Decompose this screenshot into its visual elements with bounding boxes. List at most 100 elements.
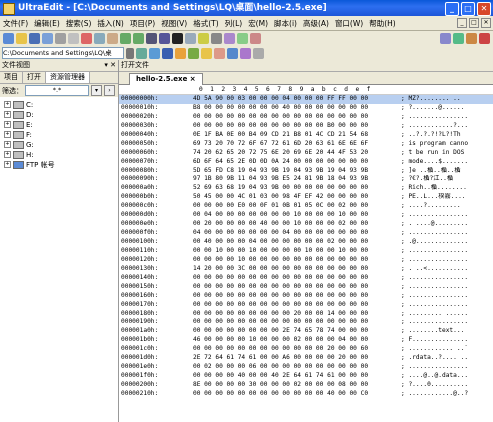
tool-icon[interactable] xyxy=(453,33,464,44)
hex-row[interactable]: 00000170h: 00 00 00 00 00 00 00 00 00 00 … xyxy=(119,301,493,310)
ftp-icon[interactable] xyxy=(250,33,261,44)
menu-macro[interactable]: 宏(M) xyxy=(245,18,271,29)
bookmark-icon[interactable] xyxy=(198,33,209,44)
expand-icon[interactable]: + xyxy=(4,111,11,118)
hex-row[interactable]: 00000180h: 00 00 00 00 00 00 00 00 00 20 … xyxy=(119,310,493,319)
hex-row[interactable]: 00000210h: 00 00 00 00 00 00 00 00 00 00 … xyxy=(119,390,493,399)
hex-row[interactable]: 000001b0h: 46 00 00 00 00 10 00 00 00 02 … xyxy=(119,336,493,345)
tree-item-d[interactable]: + D: xyxy=(0,110,118,119)
filter-input[interactable]: *.* xyxy=(25,85,89,96)
note-icon[interactable] xyxy=(201,47,212,59)
print-icon[interactable] xyxy=(55,33,66,44)
hex-row[interactable]: 00000050h: 69 73 20 70 72 6F 67 72 61 6D … xyxy=(119,140,493,149)
expand-icon[interactable]: + xyxy=(4,151,11,158)
hex-row[interactable]: 000001e0h: 00 02 00 00 00 06 00 00 00 00 … xyxy=(119,363,493,372)
hex-row[interactable]: 00000120h: 00 00 00 00 10 00 00 00 00 00 … xyxy=(119,256,493,265)
folder-icon[interactable] xyxy=(175,47,186,59)
path-dropdown[interactable]: C:\Documents and Settings\LQ\桌 xyxy=(2,47,124,59)
expand-icon[interactable]: + xyxy=(4,101,11,108)
undo-icon[interactable] xyxy=(120,33,131,44)
copy-icon[interactable] xyxy=(94,33,105,44)
replace-icon[interactable] xyxy=(159,33,170,44)
hex-row[interactable]: 000001f0h: 00 00 00 00 40 00 00 40 2E 64 … xyxy=(119,372,493,381)
filter-dropdown-button[interactable]: ▾ xyxy=(91,85,102,96)
file-tab[interactable]: hello-2.5.exe × xyxy=(129,73,203,85)
find-icon[interactable] xyxy=(146,33,157,44)
tree-item-h[interactable]: + H: xyxy=(0,150,118,159)
options-icon[interactable] xyxy=(253,47,264,59)
menu-advanced[interactable]: 高级(A) xyxy=(300,18,332,29)
close-tab-icon[interactable]: × xyxy=(190,75,196,83)
hex-row[interactable]: 000000d0h: 00 04 00 00 00 00 00 00 00 10 … xyxy=(119,211,493,220)
menu-file[interactable]: 文件(F) xyxy=(0,18,31,29)
hex-row[interactable]: 00000090h: 97 1B 80 9B 11 04 93 9B E5 24 … xyxy=(119,175,493,184)
menu-column[interactable]: 列(L) xyxy=(222,18,246,29)
browse-icon[interactable] xyxy=(136,47,147,59)
expand-icon[interactable]: + xyxy=(4,141,11,148)
hex-row[interactable]: 00000190h: 00 00 00 00 00 00 00 00 00 00 … xyxy=(119,318,493,327)
html-icon[interactable] xyxy=(214,47,225,59)
new-file-icon[interactable] xyxy=(3,33,14,44)
hex-row[interactable]: 000000e0h: 00 20 00 00 00 00 40 00 00 10 … xyxy=(119,220,493,229)
hex-row[interactable]: 00000030h: 00 00 00 00 00 00 00 00 00 00 … xyxy=(119,122,493,131)
stop-icon[interactable] xyxy=(479,33,490,44)
open-folder-icon[interactable] xyxy=(16,33,27,44)
menu-project[interactable]: 项目(P) xyxy=(127,18,158,29)
word-wrap-icon[interactable] xyxy=(185,33,196,44)
hex-editor[interactable]: 00000000h: 4D 5A 90 00 03 00 00 00 04 00 … xyxy=(119,95,493,399)
hex-row[interactable]: 00000100h: 00 40 00 00 00 04 00 00 00 00 … xyxy=(119,238,493,247)
hex-row[interactable]: 00000110h: 00 00 10 00 00 10 00 00 00 00 … xyxy=(119,247,493,256)
hex-row[interactable]: 00000020h: 00 00 00 00 00 00 00 00 00 00 … xyxy=(119,113,493,122)
spell-check-icon[interactable] xyxy=(237,33,248,44)
word-icon[interactable] xyxy=(162,47,173,59)
expand-icon[interactable]: + xyxy=(4,121,11,128)
menu-window[interactable]: 窗口(W) xyxy=(332,18,366,29)
hex-row[interactable]: 00000080h: 5D 65 FD C8 19 04 93 9B 19 04 … xyxy=(119,167,493,176)
link-icon[interactable] xyxy=(227,47,238,59)
run-icon[interactable] xyxy=(466,33,477,44)
menu-search[interactable]: 搜索(S) xyxy=(63,18,95,29)
macro-icon[interactable] xyxy=(224,33,235,44)
mdi-close-button[interactable]: ✕ xyxy=(481,18,491,28)
hex-row[interactable]: 00000070h: 6D 6F 64 65 2E 0D 0D 0A 24 00 … xyxy=(119,158,493,167)
tab-explorer[interactable]: 资源管理器 xyxy=(46,72,90,83)
hex-row[interactable]: 000000a0h: 52 69 63 68 19 04 93 9B 00 00 … xyxy=(119,184,493,193)
redo-icon[interactable] xyxy=(133,33,144,44)
menu-insert[interactable]: 插入(N) xyxy=(94,18,126,29)
hex-row[interactable]: 00000000h: 4D 5A 90 00 03 00 00 00 04 00 … xyxy=(119,95,493,104)
column-mode-icon[interactable] xyxy=(211,33,222,44)
menu-view[interactable]: 视图(V) xyxy=(158,18,190,29)
filter-apply-button[interactable]: › xyxy=(104,85,115,96)
close-button[interactable]: ✕ xyxy=(477,2,491,16)
save-all-icon[interactable] xyxy=(42,33,53,44)
print-preview-icon[interactable] xyxy=(68,33,79,44)
hex-row[interactable]: 000001a0h: 00 00 00 00 00 00 00 00 2E 74 … xyxy=(119,327,493,336)
hex-row[interactable]: 00000160h: 00 00 00 00 00 00 00 00 00 00 … xyxy=(119,292,493,301)
paste-icon[interactable] xyxy=(107,33,118,44)
hex-row[interactable]: 000000b0h: 50 45 00 00 4C 01 03 00 98 4F … xyxy=(119,193,493,202)
view-icon[interactable] xyxy=(188,47,199,59)
tab-open[interactable]: 打开 xyxy=(23,72,46,83)
settings-icon[interactable] xyxy=(440,33,451,44)
tree-item-c[interactable]: + C: xyxy=(0,100,118,109)
hex-row[interactable]: 000001c0h: 00 00 00 00 00 00 00 00 00 00 … xyxy=(119,345,493,354)
dropdown-arrow-icon[interactable] xyxy=(126,47,134,59)
menu-edit[interactable]: 编辑(E) xyxy=(31,18,63,29)
hex-row[interactable]: 00000140h: 00 00 00 00 00 00 00 00 00 00 … xyxy=(119,274,493,283)
hex-row[interactable]: 000001d0h: 2E 72 64 61 74 61 00 00 A6 00 … xyxy=(119,354,493,363)
hex-mode-icon[interactable] xyxy=(172,33,183,44)
minimize-button[interactable]: _ xyxy=(445,2,459,16)
hex-row[interactable]: 00000200h: 8E 00 00 00 00 30 00 00 00 02 … xyxy=(119,381,493,390)
tree-item-g[interactable]: + G: xyxy=(0,140,118,149)
expand-icon[interactable]: + xyxy=(4,161,11,168)
hex-row[interactable]: 000000c0h: 00 00 00 00 E0 00 0F 01 0B 01 … xyxy=(119,202,493,211)
ie-icon[interactable] xyxy=(149,47,160,59)
tab-project[interactable]: 项目 xyxy=(0,72,23,83)
hex-row[interactable]: 00000040h: 0E 1F BA 0E 00 B4 09 CD 21 B8 … xyxy=(119,131,493,140)
expand-icon[interactable]: + xyxy=(4,131,11,138)
menu-script[interactable]: 脚本(i) xyxy=(271,18,300,29)
tree-item-e[interactable]: + E: xyxy=(0,120,118,129)
panel-controls[interactable]: ▾ ✕ xyxy=(104,60,116,71)
glasses-icon[interactable] xyxy=(240,47,251,59)
cut-icon[interactable] xyxy=(81,33,92,44)
